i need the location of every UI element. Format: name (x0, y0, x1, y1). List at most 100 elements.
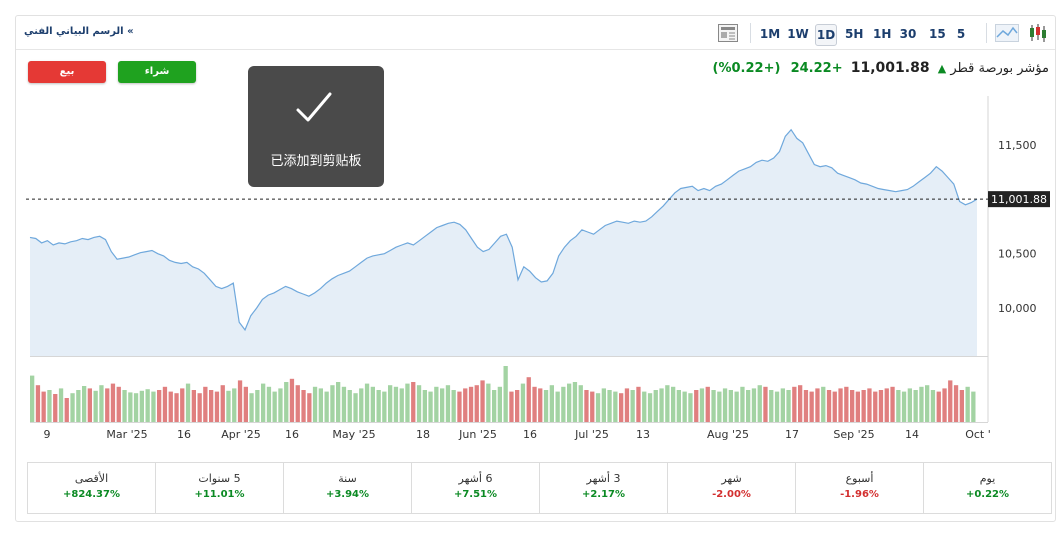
y-tick-label: 10,000 (998, 302, 1037, 315)
volume-bar (538, 388, 543, 422)
volume-bar (266, 386, 272, 422)
volume-bar (717, 391, 722, 422)
volume-bar (497, 386, 502, 422)
volume-bar (180, 388, 185, 422)
price-area (30, 129, 977, 356)
volume-bar (301, 390, 306, 422)
volume-bar (740, 386, 745, 422)
volume-bar (76, 390, 81, 422)
volume-bar (278, 388, 283, 422)
volume-bar (861, 390, 866, 422)
volume-bar (532, 386, 537, 422)
volume-bar (243, 386, 248, 422)
volume-bar (953, 385, 959, 422)
x-tick-label: 14 (905, 428, 919, 441)
technical-chart-widget: » الرسم البياني الفني 5 15 30 1H 5H 1D 1… (15, 15, 1056, 522)
volume-bar (630, 390, 635, 422)
volume-bar (838, 388, 843, 422)
volume-bar (936, 391, 941, 422)
volume-bar (867, 388, 872, 422)
performance-period: أسبوع (845, 472, 874, 485)
volume-bar (128, 392, 133, 422)
x-tick-label: Oct ' (965, 428, 991, 441)
volume-bar (561, 386, 566, 422)
volume-bar (601, 388, 606, 422)
performance-period: 6 أشهر (458, 472, 493, 485)
volume-bar (157, 390, 162, 422)
volume-bar (174, 393, 179, 422)
volume-bar (133, 393, 139, 422)
volume-bar (728, 390, 733, 422)
current-price-label: 11,001.88 (991, 193, 1047, 206)
volume-bar (162, 386, 168, 422)
volume-bar (486, 383, 491, 422)
volume-bar (613, 391, 618, 422)
checkmark-icon (296, 92, 332, 122)
volume-bar (445, 385, 451, 422)
volume-bar (567, 383, 572, 422)
performance-value: +3.94% (325, 489, 370, 500)
performance-value: +7.51% (453, 489, 498, 500)
volume-bar (930, 390, 936, 422)
volume-bar (676, 390, 681, 422)
volume-bar (722, 388, 728, 422)
x-tick-label: 16 (285, 428, 299, 441)
volume-bar (959, 390, 964, 422)
volume-bar (307, 393, 312, 422)
volume-bar (653, 390, 658, 422)
volume-bar (520, 383, 526, 422)
volume-bar (711, 390, 716, 422)
volume-bar (47, 390, 52, 422)
volume-bar (821, 386, 826, 422)
volume-bar (463, 388, 468, 422)
volume-bar (913, 390, 918, 422)
volume-bar (232, 388, 237, 422)
volume-bar (99, 385, 104, 422)
volume-bar (428, 391, 433, 422)
volume-bar (330, 385, 335, 422)
price-chart[interactable]: Investing.com11,001.8811,50010,50010,000… (16, 16, 1057, 446)
volume-bar (642, 391, 647, 422)
volume-bar (145, 389, 150, 422)
volume-bar (289, 378, 295, 422)
clipboard-toast: 已添加到剪贴板 (248, 66, 384, 187)
volume-bar (41, 391, 46, 422)
volume-bar (422, 390, 427, 422)
x-tick-label: 16 (523, 428, 537, 441)
performance-cell: 5 سنوات +11.01% (156, 463, 284, 513)
volume-bar (203, 386, 208, 422)
x-tick-label: 9 (44, 428, 51, 441)
volume-bar (388, 385, 393, 422)
volume-bar (665, 385, 670, 422)
volume-bar (105, 388, 110, 422)
volume-bar (87, 388, 92, 422)
performance-cell: يوم +0.22% (924, 463, 1051, 513)
volume-bar (70, 393, 75, 422)
volume-bar (122, 390, 127, 422)
volume-bar (780, 388, 785, 422)
volume-bar (595, 393, 601, 422)
volume-bar (353, 393, 358, 422)
volume-bar (284, 382, 289, 422)
volume-bar (341, 386, 347, 422)
performance-cell: 6 أشهر +7.51% (412, 463, 540, 513)
performance-period: 5 سنوات (198, 472, 241, 485)
volume-bar (168, 391, 173, 422)
volume-bar (318, 388, 323, 422)
volume-bar (336, 382, 341, 422)
volume-bar (809, 391, 814, 422)
volume-bar (191, 390, 196, 422)
volume-bar (694, 390, 699, 422)
volume-bar (878, 390, 884, 422)
volume-bar (393, 386, 399, 422)
volume-bar (214, 391, 220, 422)
x-tick-label: Sep '25 (833, 428, 874, 441)
volume-bar (832, 391, 837, 422)
x-tick-label: Mar '25 (106, 428, 147, 441)
volume-bar (93, 390, 98, 422)
volume-bar (416, 385, 422, 422)
performance-value: -1.96% (840, 489, 879, 500)
volume-bar (226, 390, 231, 422)
volume-bar (116, 386, 121, 422)
volume-bar (826, 390, 832, 422)
